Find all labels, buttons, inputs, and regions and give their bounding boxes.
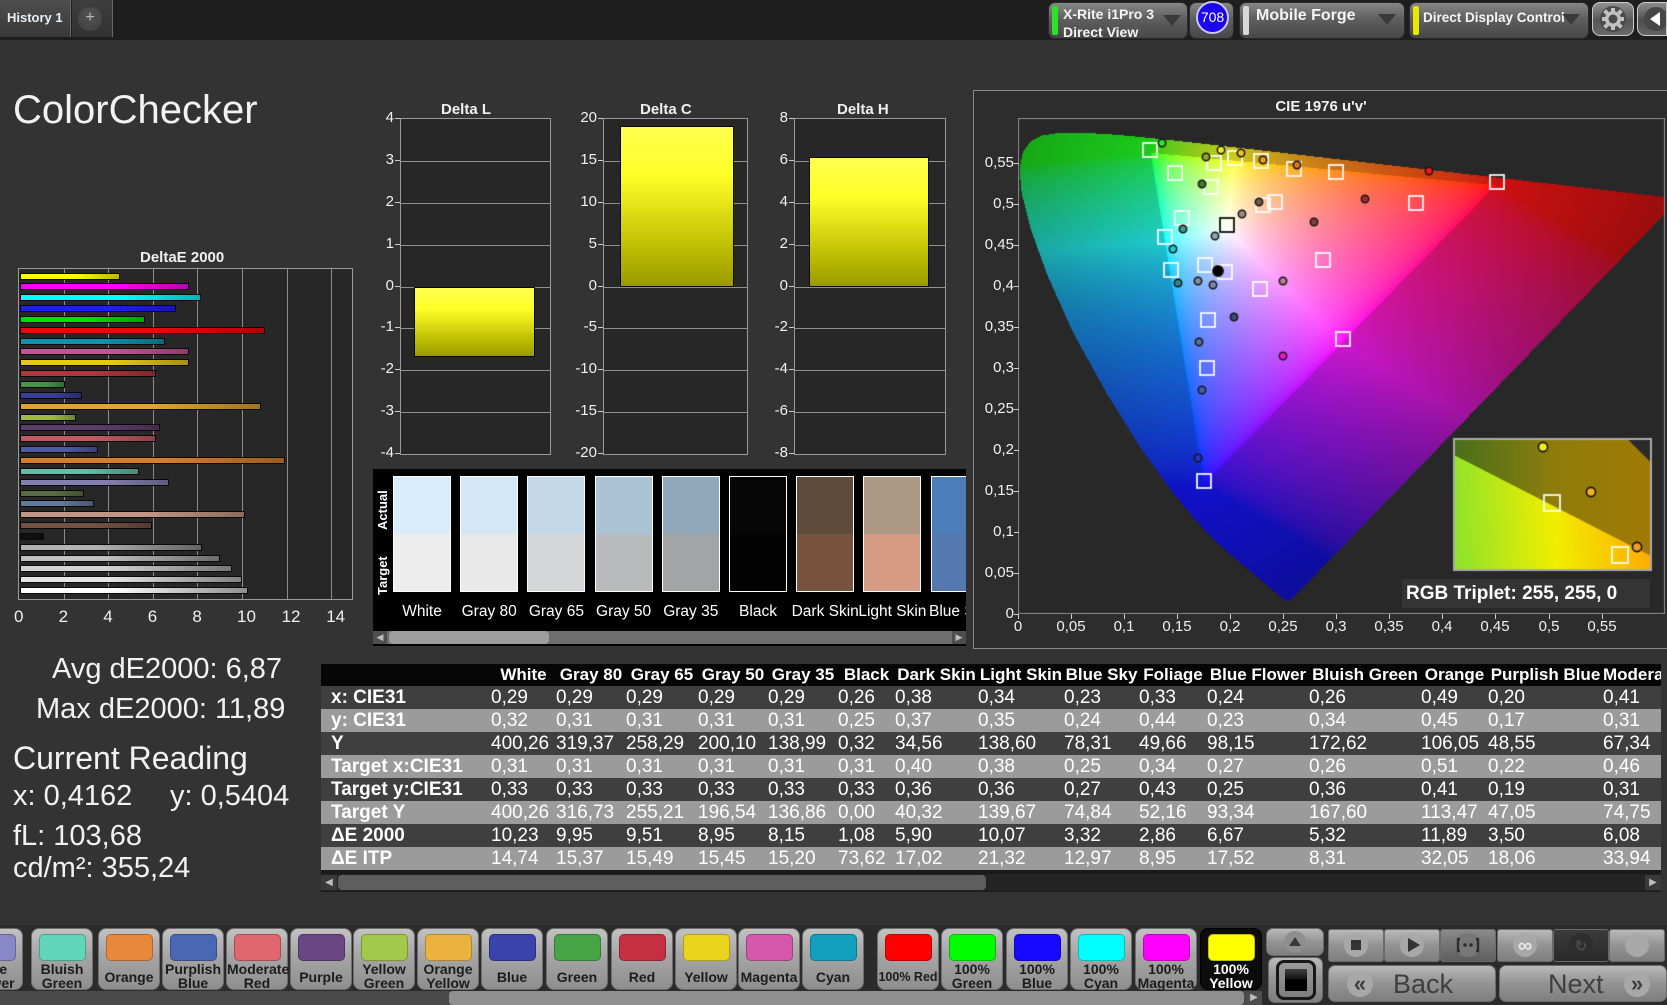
svg-text:∞: ∞ xyxy=(1518,935,1532,957)
svg-text:↻: ↻ xyxy=(1575,938,1588,955)
